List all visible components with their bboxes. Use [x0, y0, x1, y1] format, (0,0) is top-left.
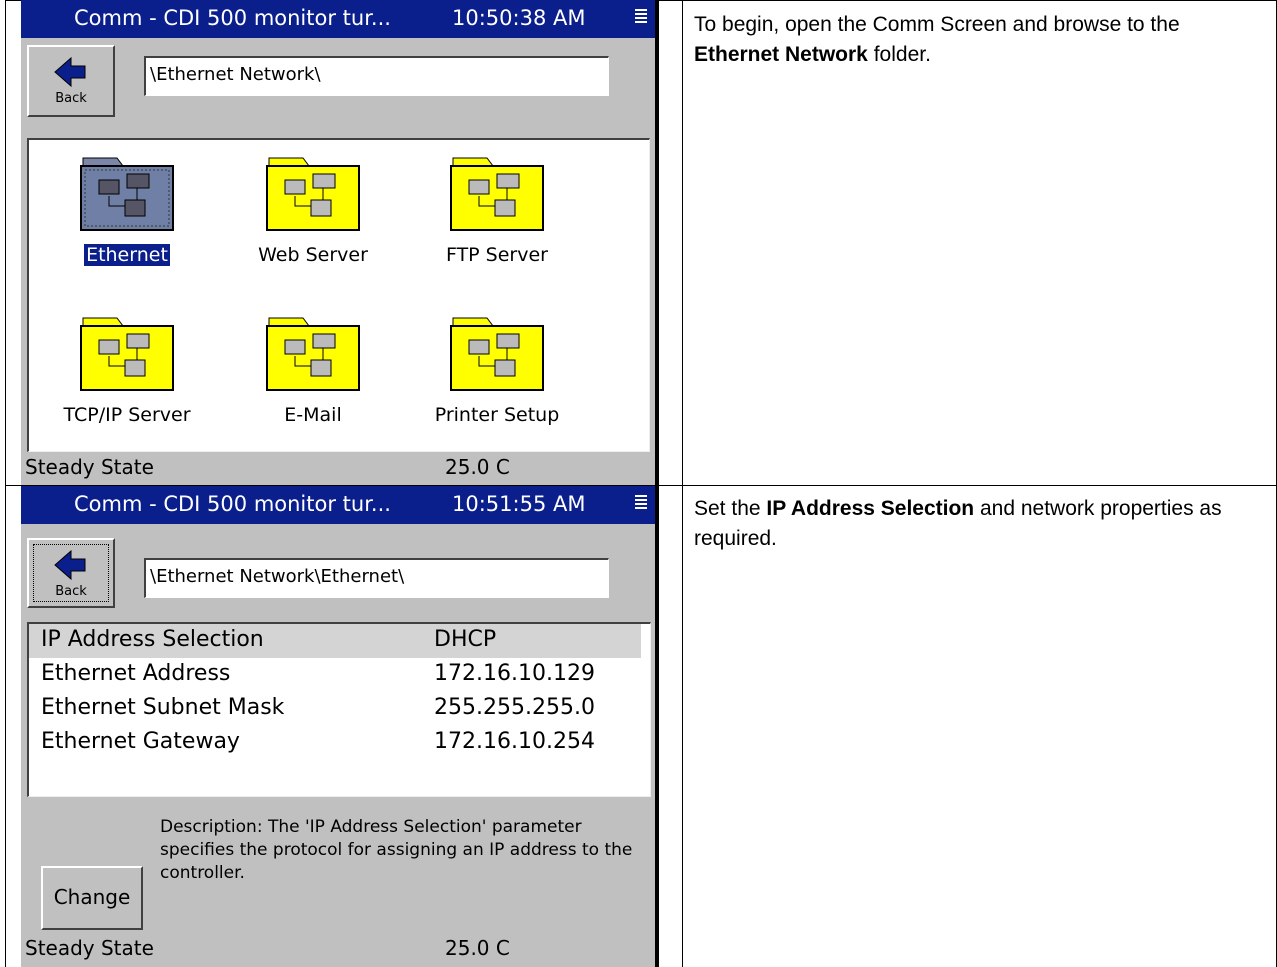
folder-label-tcpip-server[interactable]: TCP/IP Server	[37, 404, 217, 426]
folder-email[interactable]	[265, 312, 361, 392]
folder-label-ethernet[interactable]: Ethernet	[37, 243, 217, 267]
property-name: Ethernet Address	[41, 661, 231, 686]
back-arrow-icon	[54, 549, 86, 581]
property-value: DHCP	[434, 627, 497, 652]
device-screen-folders: Comm - CDI 500 monitor tur... 10:50:38 A…	[21, 0, 658, 485]
property-name: Ethernet Gateway	[41, 729, 240, 754]
network-folder-icon	[80, 157, 174, 231]
folder-label-email[interactable]: E-Mail	[223, 404, 403, 426]
status-bar: Steady State 25.0 C	[21, 453, 658, 483]
back-button[interactable]: Back	[27, 45, 115, 117]
back-arrow-icon	[54, 56, 86, 88]
property-name: Ethernet Subnet Mask	[41, 695, 285, 720]
window-title: Comm - CDI 500 monitor tur...	[74, 6, 391, 30]
back-button-label: Back	[55, 91, 87, 106]
clock: 10:51:55 AM	[452, 492, 586, 516]
folder-ethernet[interactable]	[79, 152, 175, 232]
title-bar: Comm - CDI 500 monitor tur... 10:50:38 A…	[21, 0, 658, 38]
folder-label-ftp-server[interactable]: FTP Server	[407, 244, 587, 266]
step-note-1: To begin, open the Comm Screen and brows…	[694, 13, 1180, 66]
property-row-ip-address-selection[interactable]: IP Address Selection DHCP	[29, 624, 641, 658]
table-left-border	[5, 0, 6, 967]
window-title: Comm - CDI 500 monitor tur...	[74, 492, 391, 516]
screen-edge	[655, 486, 659, 967]
clock: 10:50:38 AM	[452, 6, 586, 30]
menu-icon[interactable]	[635, 495, 647, 513]
property-value: 172.16.10.254	[434, 729, 595, 754]
table-column-divider	[682, 0, 683, 967]
network-folder-icon	[450, 157, 544, 231]
folder-ftp-server[interactable]	[449, 152, 545, 232]
description-text: Description: The 'IP Address Selection' …	[160, 817, 633, 883]
folder-web-server[interactable]	[265, 152, 361, 232]
property-list: IP Address Selection DHCP Ethernet Addre…	[27, 622, 651, 797]
property-value: 172.16.10.129	[434, 661, 595, 686]
network-folder-icon	[80, 317, 174, 391]
back-button-label: Back	[55, 584, 87, 599]
folder-panel: Ethernet Web Server FTP Server TCP/IP Se…	[27, 138, 650, 452]
property-row-ethernet-address[interactable]: Ethernet Address 172.16.10.129	[29, 658, 641, 692]
status-state: Steady State	[25, 455, 154, 479]
change-button[interactable]: Change	[41, 866, 143, 930]
network-folder-icon	[266, 157, 360, 231]
property-row-ethernet-gateway[interactable]: Ethernet Gateway 172.16.10.254	[29, 726, 641, 760]
title-bar: Comm - CDI 500 monitor tur... 10:51:55 A…	[21, 486, 658, 524]
property-name: IP Address Selection	[41, 627, 264, 652]
folder-label-web-server[interactable]: Web Server	[223, 244, 403, 266]
folder-tcpip-server[interactable]	[79, 312, 175, 392]
path-field[interactable]: \Ethernet Network\Ethernet\	[144, 558, 609, 598]
path-field[interactable]: \Ethernet Network\	[144, 56, 609, 96]
status-bar: Steady State 25.0 C	[21, 934, 658, 964]
folder-printer-setup[interactable]	[449, 312, 545, 392]
network-folder-icon	[450, 317, 544, 391]
menu-icon[interactable]	[635, 9, 647, 27]
status-state: Steady State	[25, 936, 154, 960]
device-screen-properties: Comm - CDI 500 monitor tur... 10:51:55 A…	[21, 486, 658, 967]
document-table: Comm - CDI 500 monitor tur... 10:50:38 A…	[0, 0, 1277, 967]
property-row-ethernet-subnet-mask[interactable]: Ethernet Subnet Mask 255.255.255.0	[29, 692, 641, 726]
folder-label-printer-setup[interactable]: Printer Setup	[407, 404, 587, 426]
screen-edge	[655, 0, 659, 485]
back-button[interactable]: Back	[27, 538, 115, 608]
status-temperature: 25.0 C	[445, 936, 510, 960]
property-value: 255.255.255.0	[434, 695, 595, 720]
step-note-2: Set the IP Address Selection and network…	[694, 497, 1222, 550]
network-folder-icon	[266, 317, 360, 391]
status-temperature: 25.0 C	[445, 455, 510, 479]
